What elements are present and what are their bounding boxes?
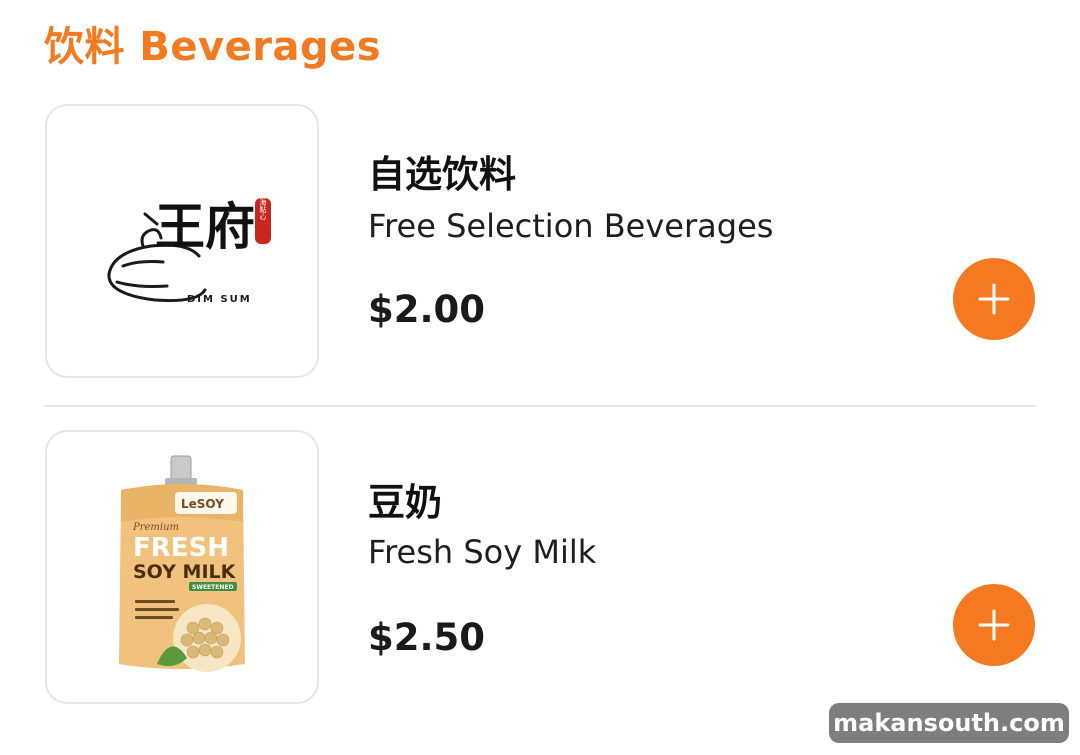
product-badge-text: SWEETENED xyxy=(192,584,233,591)
product-premium-text: Premium xyxy=(132,522,179,533)
product-line2-text: SOY MILK xyxy=(133,561,237,583)
item-price: $2.50 xyxy=(368,616,486,659)
add-to-cart-button[interactable] xyxy=(953,584,1035,666)
product-line1-text: FRESH xyxy=(133,533,229,563)
item-name-cn: 自选饮料 xyxy=(368,153,516,196)
item-image-soy-milk[interactable]: LeSOY Premium FRESH SOY MILK SWEETENED xyxy=(45,430,319,704)
menu-item[interactable]: LeSOY Premium FRESH SOY MILK SWEETENED 豆… xyxy=(0,430,1080,710)
watermark: makansouth.com xyxy=(829,703,1069,743)
section-title: 饮料 Beverages xyxy=(44,24,382,70)
add-to-cart-button[interactable] xyxy=(953,258,1035,340)
item-name-en: Free Selection Beverages xyxy=(368,207,774,245)
item-price: $2.00 xyxy=(368,288,486,331)
logo-sub-text: DIM SUM xyxy=(187,294,252,305)
item-name-cn: 豆奶 xyxy=(368,481,442,524)
plus-icon xyxy=(978,609,1010,641)
plus-icon xyxy=(978,283,1010,315)
item-image-dim-sum-logo[interactable]: 王府 上海點心 DIM SUM xyxy=(45,104,319,378)
menu-item[interactable]: 王府 上海點心 DIM SUM 自选饮料 Free Selection Beve… xyxy=(0,104,1080,384)
item-divider xyxy=(44,405,1036,407)
item-name-en: Fresh Soy Milk xyxy=(368,533,597,571)
soy-milk-pouch: LeSOY Premium FRESH SOY MILK SWEETENED xyxy=(119,455,245,672)
logo-main-text: 王府 xyxy=(155,197,255,256)
dim-sum-logo: 王府 上海點心 DIM SUM xyxy=(107,191,271,305)
product-brand-text: LeSOY xyxy=(181,497,224,511)
logo-seal-text: 上海點心 xyxy=(259,191,267,220)
